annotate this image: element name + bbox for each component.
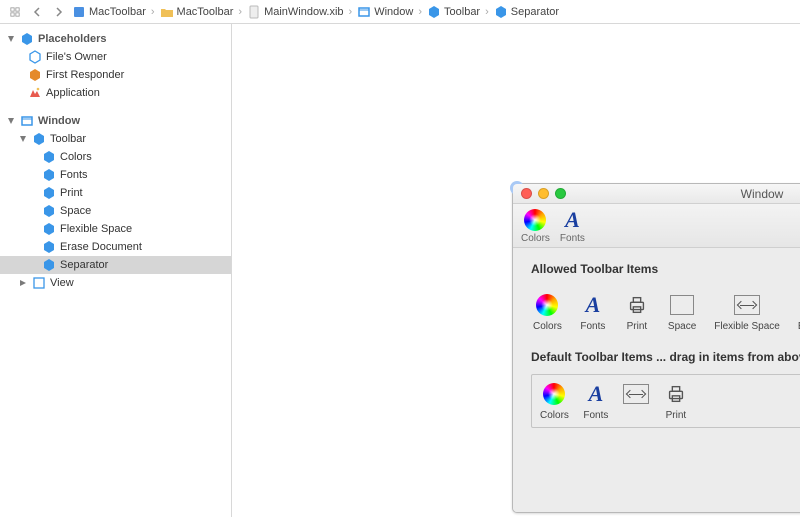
cube-outline-icon	[28, 50, 42, 64]
allowed-fonts[interactable]: AFonts	[580, 292, 606, 332]
outline-toolbar[interactable]: Toolbar	[0, 130, 231, 148]
crumb-toolbar[interactable]: Toolbar	[427, 5, 480, 19]
outline-separator[interactable]: Separator	[0, 256, 231, 274]
zoom-dot-icon[interactable]	[555, 188, 566, 199]
default-colors[interactable]: Colors	[540, 381, 569, 421]
default-fonts[interactable]: AFonts	[583, 381, 609, 421]
cube-icon	[494, 5, 508, 19]
document-outline: Placeholders File's Owner First Responde…	[0, 24, 232, 517]
related-items-icon[interactable]	[6, 3, 24, 21]
outline-files-owner[interactable]: File's Owner	[0, 48, 231, 66]
file-icon	[247, 5, 261, 19]
crumb-window[interactable]: Window	[357, 5, 413, 19]
flexible-space-icon	[623, 384, 649, 404]
outline-colors[interactable]: Colors	[0, 148, 231, 166]
crumb-folder[interactable]: MacToolbar	[160, 5, 234, 19]
cube-icon	[42, 222, 56, 236]
traffic-lights	[521, 188, 566, 199]
outline-application[interactable]: Application	[0, 84, 231, 102]
close-dot-icon[interactable]	[521, 188, 532, 199]
crumb-separator[interactable]: Separator	[494, 5, 559, 19]
fonts-a-icon: A	[586, 292, 601, 318]
back-button[interactable]	[28, 3, 46, 21]
cube-icon	[427, 5, 441, 19]
window-icon	[357, 5, 371, 19]
printer-icon	[624, 292, 650, 318]
chevron-right-icon: ›	[149, 6, 157, 18]
app-icon	[28, 86, 42, 100]
allowed-title: Allowed Toolbar Items	[531, 262, 800, 276]
toolbar-fonts[interactable]: AFonts	[560, 208, 585, 244]
outline-space[interactable]: Space	[0, 202, 231, 220]
cube-icon	[42, 168, 56, 182]
color-wheel-icon	[543, 383, 565, 405]
chevron-right-icon: ›	[416, 6, 424, 18]
window-toolbar: Colors AFonts Print	[513, 204, 800, 248]
folder-icon	[160, 5, 174, 19]
outline-print[interactable]: Print	[0, 184, 231, 202]
cube-icon	[42, 240, 56, 254]
fonts-a-icon: A	[589, 381, 604, 407]
flexible-space-icon	[734, 295, 760, 315]
default-title: Default Toolbar Items ... drag in items …	[531, 350, 800, 364]
default-flexible-space[interactable]	[623, 381, 649, 421]
default-print[interactable]: Print	[663, 381, 689, 421]
allowed-items-row: Colors AFonts Print Space Flexible Space…	[531, 286, 800, 340]
cube-icon	[42, 204, 56, 218]
allowed-space[interactable]: Space	[668, 292, 696, 332]
allowed-flexible-space[interactable]: Flexible Space	[714, 292, 780, 332]
minimize-dot-icon[interactable]	[538, 188, 549, 199]
chevron-right-icon: ›	[483, 6, 491, 18]
cube-icon	[42, 186, 56, 200]
chevron-right-icon: ›	[347, 6, 355, 18]
printer-icon	[663, 381, 689, 407]
outline-flexible-space[interactable]: Flexible Space	[0, 220, 231, 238]
toolbar-config-sheet: Allowed Toolbar Items Colors AFonts Prin…	[513, 248, 800, 512]
window-label: Window	[38, 115, 80, 127]
crumb-project[interactable]: MacToolbar	[72, 5, 146, 19]
window-mock[interactable]: × Window Colors AFonts Print	[512, 183, 800, 513]
disclosure-triangle-icon[interactable]	[6, 34, 16, 44]
crumb-xib[interactable]: MainWindow.xib	[247, 5, 343, 19]
outline-view[interactable]: View	[0, 274, 231, 292]
cube-icon	[32, 132, 46, 146]
project-icon	[72, 5, 86, 19]
breadcrumb[interactable]: MacToolbar › MacToolbar › MainWindow.xib…	[72, 5, 559, 19]
fonts-a-icon: A	[565, 207, 580, 233]
cube-icon	[42, 258, 56, 272]
default-items-box[interactable]: Colors AFonts Print	[531, 374, 800, 428]
window-titlebar[interactable]: Window	[513, 184, 800, 204]
chevron-right-icon: ›	[236, 6, 244, 18]
window-icon	[20, 114, 34, 128]
color-wheel-icon	[524, 209, 546, 231]
cube-icon	[20, 32, 34, 46]
jump-bar: MacToolbar › MacToolbar › MainWindow.xib…	[0, 0, 800, 24]
ib-canvas[interactable]: × Window Colors AFonts Print	[232, 24, 800, 517]
forward-button[interactable]	[50, 3, 68, 21]
toolbar-colors[interactable]: Colors	[521, 208, 550, 244]
allowed-print[interactable]: Print	[624, 292, 650, 332]
cube-icon	[42, 150, 56, 164]
placeholders-label: Placeholders	[38, 33, 106, 45]
view-icon	[32, 276, 46, 290]
outline-fonts[interactable]: Fonts	[0, 166, 231, 184]
disclosure-triangle-icon[interactable]	[18, 278, 28, 288]
disclosure-triangle-icon[interactable]	[18, 134, 28, 144]
placeholders-header[interactable]: Placeholders	[0, 30, 231, 48]
space-box-icon	[670, 295, 694, 315]
cube-icon	[28, 68, 42, 82]
window-header[interactable]: Window	[0, 112, 231, 130]
outline-first-responder[interactable]: First Responder	[0, 66, 231, 84]
outline-erase-document[interactable]: Erase Document	[0, 238, 231, 256]
disclosure-triangle-icon[interactable]	[6, 116, 16, 126]
allowed-colors[interactable]: Colors	[533, 292, 562, 332]
color-wheel-icon	[536, 294, 558, 316]
